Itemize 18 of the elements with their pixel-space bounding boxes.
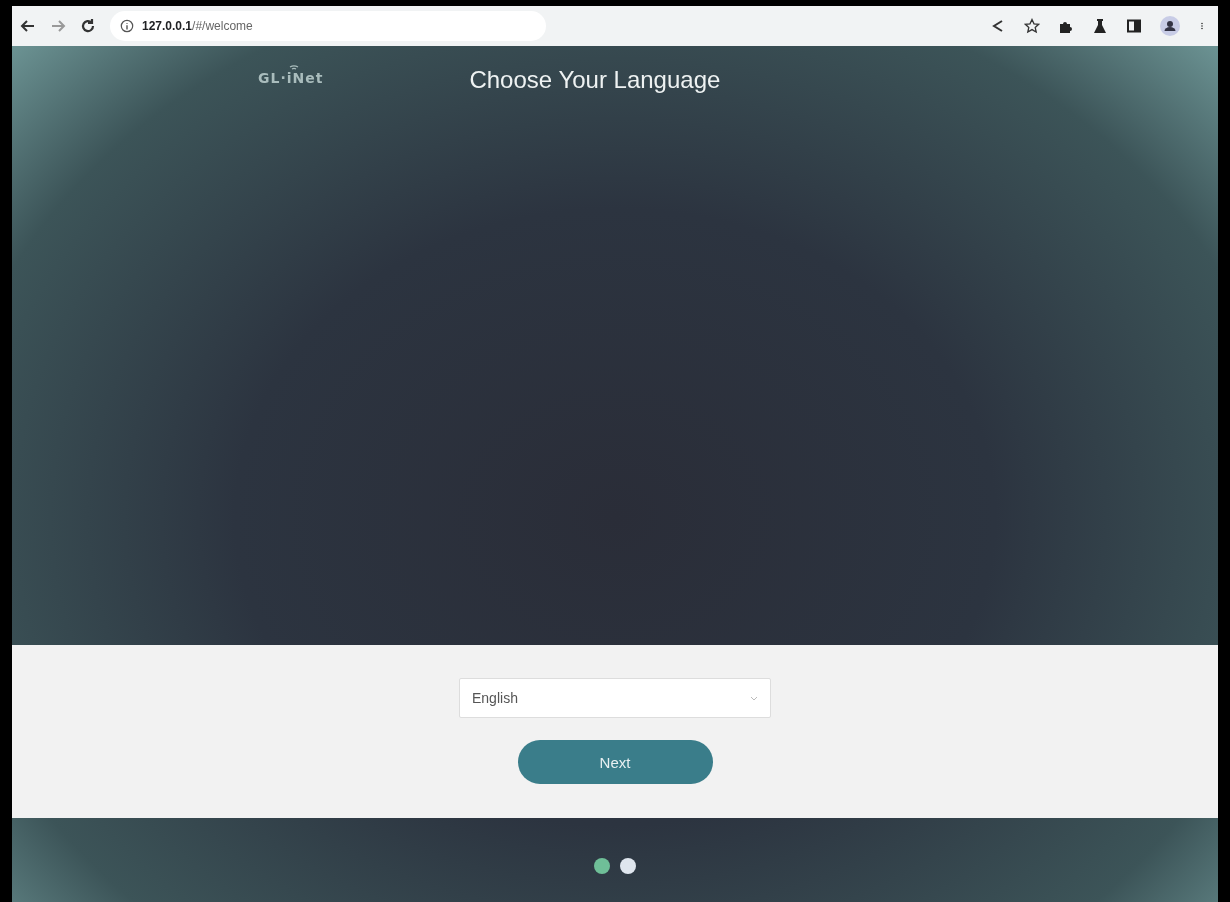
url-text: 127.0.0.1/#/welcome	[142, 19, 253, 33]
flask-icon[interactable]	[1092, 18, 1108, 34]
chevron-icon	[750, 695, 758, 701]
pager-dot[interactable]	[620, 858, 636, 874]
page-title: Choose Your Language	[469, 66, 721, 94]
address-bar[interactable]: 127.0.0.1/#/welcome	[110, 11, 546, 41]
profile-icon[interactable]	[1160, 16, 1180, 36]
forward-icon[interactable]	[50, 18, 66, 34]
back-icon[interactable]	[20, 18, 36, 34]
star-icon[interactable]	[1024, 18, 1040, 34]
info-icon[interactable]	[120, 19, 134, 33]
brand-logo: GL·iNet	[258, 70, 324, 86]
next-button[interactable]: Next	[517, 740, 713, 784]
reload-icon[interactable]	[80, 18, 96, 34]
sidebar-icon[interactable]	[1126, 18, 1142, 34]
pager-dot[interactable]	[594, 858, 610, 874]
language-select[interactable]: English	[459, 678, 771, 718]
wifi-icon	[289, 64, 299, 71]
